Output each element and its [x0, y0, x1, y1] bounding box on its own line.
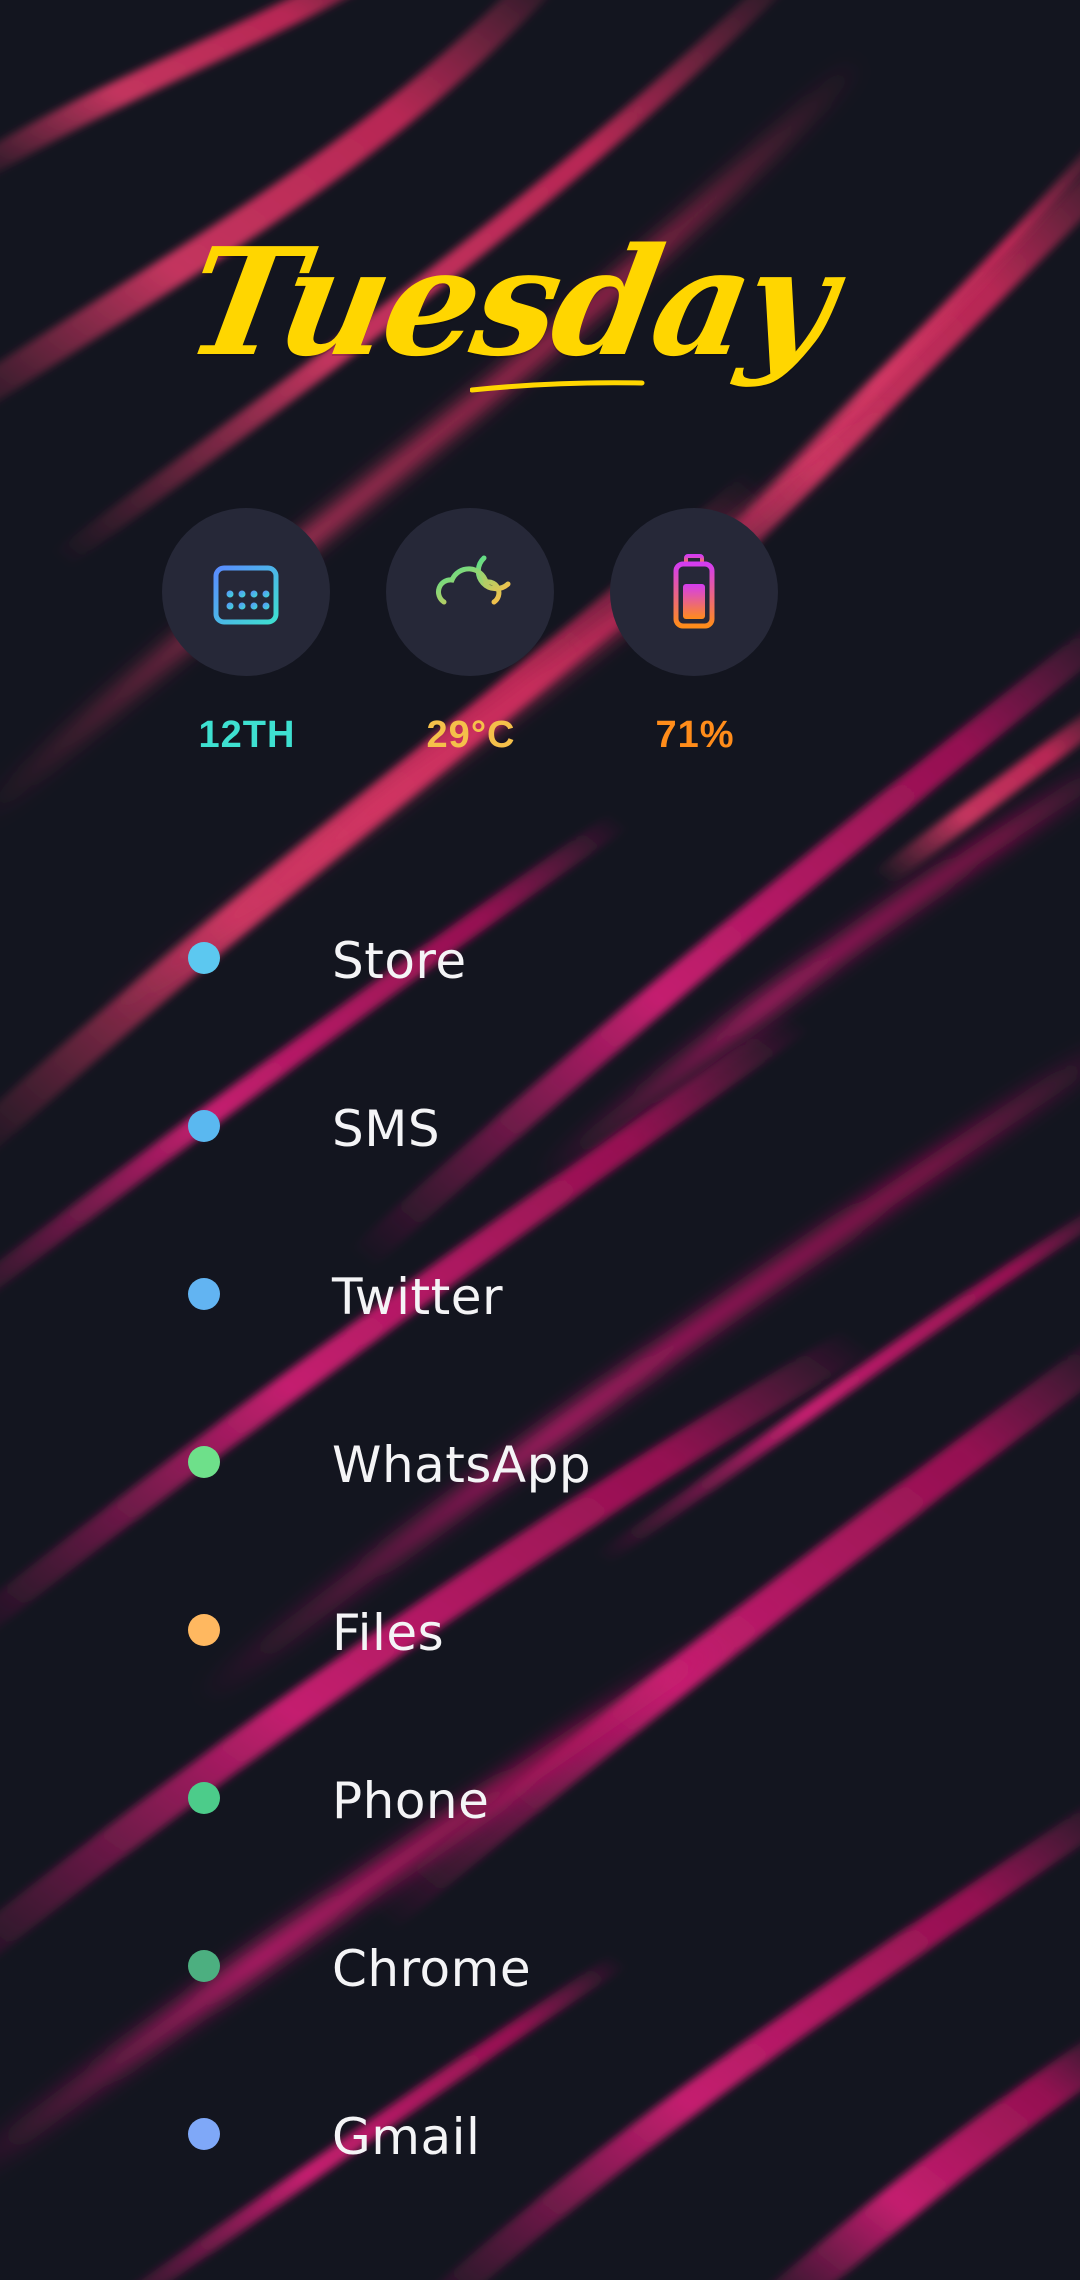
- app-item-chrome[interactable]: Chrome: [188, 1888, 988, 2056]
- app-item-phone[interactable]: Phone: [188, 1720, 988, 1888]
- app-label: Twitter: [332, 1268, 504, 1326]
- app-label: SMS: [332, 1100, 441, 1158]
- date-widget[interactable]: 12TH: [162, 508, 332, 757]
- app-dot: [188, 942, 220, 974]
- battery-icon: [673, 554, 715, 629]
- app-item-files[interactable]: Files: [188, 1552, 988, 1720]
- app-label: Chrome: [332, 1940, 532, 1998]
- battery-value: 71%: [655, 714, 735, 756]
- battery-widget-circle: [610, 508, 778, 676]
- weather-widget[interactable]: 29°C: [386, 508, 556, 757]
- app-item-sms[interactable]: SMS: [188, 1048, 988, 1216]
- app-label: Phone: [332, 1772, 490, 1830]
- date-value: 12TH: [198, 714, 296, 756]
- battery-widget[interactable]: 71%: [610, 508, 780, 757]
- app-dot: [188, 1110, 220, 1142]
- day-title-flourish: [470, 380, 645, 393]
- app-label: Store: [332, 932, 467, 990]
- app-item-twitter[interactable]: Twitter: [188, 1216, 988, 1384]
- calendar-icon: [213, 557, 279, 625]
- weather-widget-circle: [386, 508, 554, 676]
- app-dot: [188, 1614, 220, 1646]
- app-item-whatsapp[interactable]: WhatsApp: [188, 1384, 988, 1552]
- app-label: WhatsApp: [332, 1436, 592, 1494]
- app-dot: [188, 2118, 220, 2150]
- app-item-store[interactable]: Store: [188, 880, 988, 1048]
- app-dot: [188, 1950, 220, 1982]
- temperature-value: 29°C: [426, 714, 516, 756]
- app-list: Store SMS Twitter WhatsApp Files Phone C…: [188, 880, 988, 2224]
- app-item-gmail[interactable]: Gmail: [188, 2056, 988, 2224]
- day-title: Tuesday: [174, 215, 845, 389]
- app-dot: [188, 1782, 220, 1814]
- partly-cloudy-night-icon: [423, 555, 511, 627]
- home-screen: Tuesday 12TH 29°C 71% Store SMS Twitter …: [0, 0, 1080, 2280]
- app-dot: [188, 1446, 220, 1478]
- app-label: Files: [332, 1604, 445, 1662]
- app-label: Gmail: [332, 2108, 481, 2166]
- app-dot: [188, 1278, 220, 1310]
- status-widgets: 12TH 29°C 71%: [162, 508, 962, 768]
- date-widget-circle: [162, 508, 330, 676]
